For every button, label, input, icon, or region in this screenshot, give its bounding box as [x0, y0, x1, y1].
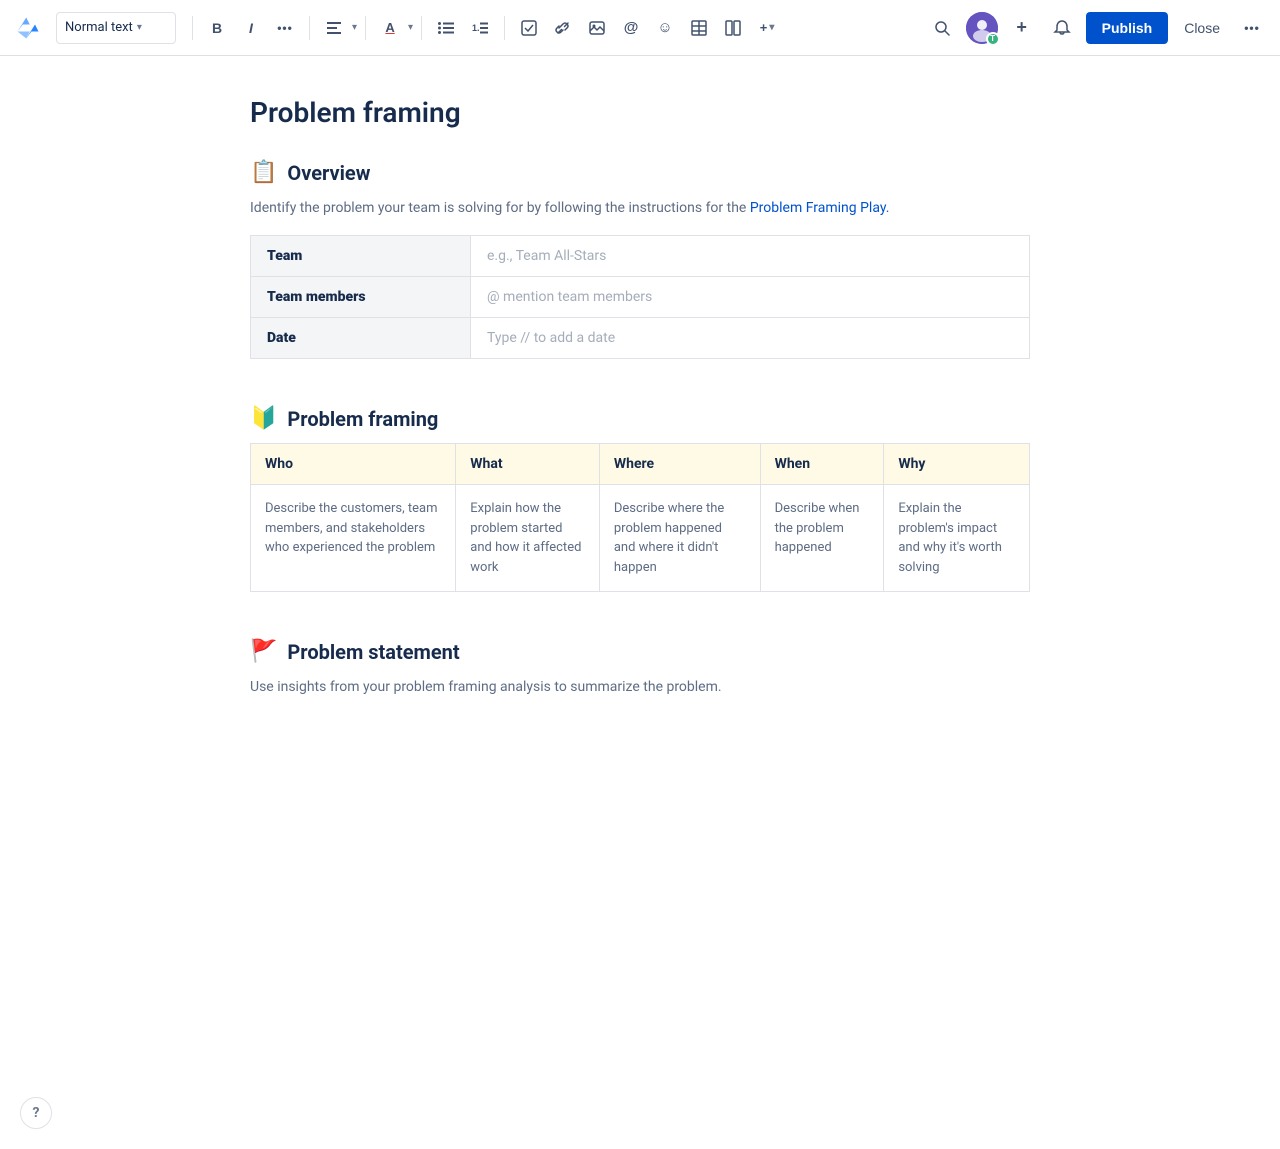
team-value[interactable]: e.g., Team All-Stars [471, 236, 1030, 277]
toolbar-divider-5 [504, 16, 505, 40]
table-row: Date Type // to add a date [251, 318, 1030, 359]
help-button[interactable]: ? [20, 1097, 52, 1129]
overview-section: 📋 Overview Identify the problem your tea… [250, 161, 1030, 359]
team-label: Team [251, 236, 471, 277]
table-button[interactable] [683, 12, 715, 44]
align-group: ▾ [318, 12, 357, 44]
where-cell[interactable]: Describe where the problem happened and … [599, 485, 760, 592]
toolbar-divider-2 [309, 16, 310, 40]
svg-text:1.: 1. [472, 23, 480, 33]
publish-button[interactable]: Publish [1086, 12, 1169, 44]
search-button[interactable] [926, 12, 958, 44]
app-logo [12, 12, 44, 44]
more-format-button[interactable]: ••• [269, 12, 301, 44]
overview-icon: 📋 [250, 162, 277, 184]
image-button[interactable] [581, 12, 613, 44]
align-chevron-icon: ▾ [352, 22, 357, 33]
layout-button[interactable] [717, 12, 749, 44]
bullet-list-button[interactable] [430, 12, 462, 44]
bold-button[interactable]: B [201, 12, 233, 44]
link-button[interactable] [547, 12, 579, 44]
task-button[interactable] [513, 12, 545, 44]
italic-button[interactable]: I [235, 12, 267, 44]
problem-statement-section: 🚩 Problem statement Use insights from yo… [250, 640, 1030, 698]
when-cell[interactable]: Describe when the problem happened [760, 485, 884, 592]
align-button[interactable] [318, 12, 350, 44]
col-why: Why [884, 444, 1030, 485]
toolbar-right: T + Publish Close ••• [926, 12, 1268, 44]
who-cell[interactable]: Describe the customers, team members, an… [251, 485, 456, 592]
col-when: When [760, 444, 884, 485]
list-group: 1. [430, 12, 496, 44]
problem-framing-section: 🔰 Problem framing Who What Where When Wh… [250, 407, 1030, 592]
page-content: Problem framing 📋 Overview Identify the … [210, 56, 1070, 827]
close-button[interactable]: Close [1176, 14, 1228, 42]
insert-more-button[interactable]: + ▾ [751, 12, 783, 44]
framing-table-header-row: Who What Where When Why [251, 444, 1030, 485]
date-value[interactable]: Type // to add a date [471, 318, 1030, 359]
why-cell[interactable]: Explain the problem's impact and why it'… [884, 485, 1030, 592]
numbered-list-button[interactable]: 1. [464, 12, 496, 44]
add-button[interactable]: + [1006, 12, 1038, 44]
team-members-label: Team members [251, 277, 471, 318]
format-group: B I ••• [201, 12, 301, 44]
toolbar-divider-1 [192, 16, 193, 40]
color-group: A ▾ [374, 12, 413, 44]
toolbar-divider-3 [365, 16, 366, 40]
overview-desc-prefix: Identify the problem your team is solvin… [250, 200, 750, 216]
problem-statement-desc: Use insights from your problem framing a… [250, 676, 1030, 698]
toolbar-divider-4 [421, 16, 422, 40]
problem-statement-heading-text: Problem statement [287, 640, 459, 664]
color-chevron-icon: ▾ [408, 22, 413, 33]
table-row: Team e.g., Team All-Stars [251, 236, 1030, 277]
col-where: Where [599, 444, 760, 485]
problem-framing-link[interactable]: Problem Framing Play. [750, 200, 890, 216]
problem-statement-heading: 🚩 Problem statement [250, 640, 1030, 664]
what-cell[interactable]: Explain how the problem started and how … [456, 485, 600, 592]
mention-button[interactable]: @ [615, 12, 647, 44]
overview-heading-text: Overview [287, 161, 370, 185]
problem-framing-heading: 🔰 Problem framing [250, 407, 1030, 431]
insert-group: @ ☺ + ▾ [513, 12, 783, 44]
overview-heading: 📋 Overview [250, 161, 1030, 185]
text-style-dropdown[interactable]: Normal text ▾ [56, 12, 176, 44]
notification-button[interactable] [1046, 12, 1078, 44]
team-members-value[interactable]: @ mention team members [471, 277, 1030, 318]
framing-table-data-row: Describe the customers, team members, an… [251, 485, 1030, 592]
date-label: Date [251, 318, 471, 359]
text-style-label: Normal text [65, 20, 133, 35]
chevron-down-icon: ▾ [137, 22, 142, 33]
emoji-button[interactable]: ☺ [649, 12, 681, 44]
problem-framing-icon: 🔰 [250, 408, 277, 430]
problem-statement-icon: 🚩 [250, 641, 277, 663]
overview-description: Identify the problem your team is solvin… [250, 197, 1030, 219]
col-what: What [456, 444, 600, 485]
page-title: Problem framing [250, 96, 1030, 129]
options-button[interactable]: ••• [1236, 12, 1268, 44]
avatar-badge: T [986, 32, 1000, 46]
avatar[interactable]: T [966, 12, 998, 44]
text-color-button[interactable]: A [374, 12, 406, 44]
overview-table: Team e.g., Team All-Stars Team members @… [250, 235, 1030, 359]
toolbar: Normal text ▾ B I ••• ▾ A ▾ 1. [0, 0, 1280, 56]
problem-framing-heading-text: Problem framing [287, 407, 438, 431]
col-who: Who [251, 444, 456, 485]
table-row: Team members @ mention team members [251, 277, 1030, 318]
framing-table: Who What Where When Why Describe the cus… [250, 443, 1030, 592]
